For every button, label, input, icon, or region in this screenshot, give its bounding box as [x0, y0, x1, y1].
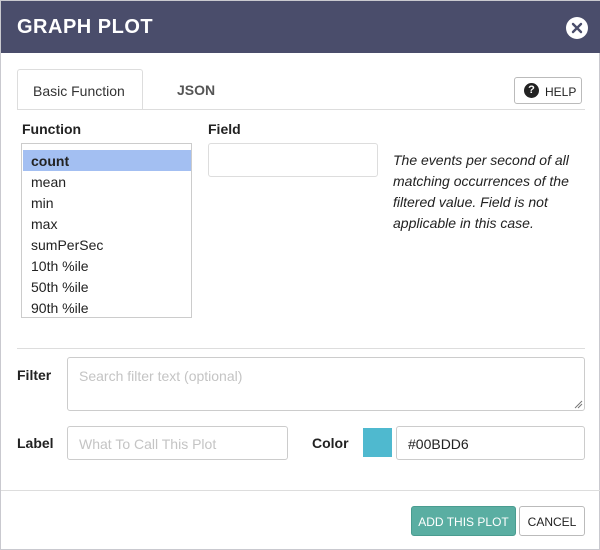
plot-label-label: Label	[17, 435, 54, 451]
close-button[interactable]	[566, 17, 588, 39]
filter-label: Filter	[17, 367, 52, 383]
cancel-button[interactable]: CANCEL	[519, 506, 585, 536]
function-option-50th-percentile[interactable]: 50th %ile	[23, 276, 191, 297]
function-option-count[interactable]: count	[23, 150, 191, 171]
help-icon: ?	[524, 83, 539, 98]
tab-json[interactable]: JSON	[171, 69, 231, 110]
resize-handle-icon[interactable]	[573, 399, 583, 409]
field-label: Field	[208, 121, 241, 137]
plot-label-placeholder: What To Call This Plot	[79, 436, 217, 452]
close-icon	[571, 22, 583, 34]
help-button-label: HELP	[545, 85, 577, 99]
function-option-max[interactable]: max	[23, 213, 191, 234]
color-label: Color	[312, 435, 349, 451]
footer-divider	[1, 490, 600, 491]
dialog-title: GRAPH PLOT	[17, 16, 154, 38]
function-option-90th-percentile[interactable]: 90th %ile	[23, 297, 191, 318]
function-option-10th-percentile[interactable]: 10th %ile	[23, 255, 191, 276]
function-option-sumpersec[interactable]: sumPerSec	[23, 234, 191, 255]
plot-label-input[interactable]: What To Call This Plot	[67, 426, 288, 460]
function-option-label: min	[31, 195, 54, 211]
add-plot-button-label: ADD THIS PLOT	[418, 515, 509, 529]
function-option-label: sumPerSec	[31, 237, 104, 253]
section-divider	[17, 348, 585, 349]
color-value: #00BDD6	[408, 436, 469, 452]
function-option-label: count	[31, 153, 70, 169]
function-option-mean[interactable]: mean	[23, 171, 191, 192]
function-option-label: 90th %ile	[31, 300, 89, 316]
function-option-label: 50th %ile	[31, 279, 89, 295]
cancel-button-label: CANCEL	[527, 515, 577, 529]
dialog-titlebar: GRAPH PLOT	[1, 1, 600, 53]
add-plot-button[interactable]: ADD THIS PLOT	[411, 506, 516, 536]
tab-basic-function-label: Basic Function	[33, 83, 125, 99]
function-label: Function	[22, 121, 82, 137]
tab-json-label: JSON	[177, 82, 216, 98]
function-option-label: mean	[31, 174, 67, 190]
field-input[interactable]	[208, 143, 378, 177]
filter-textarea[interactable]: Search filter text (optional)	[67, 357, 585, 411]
function-option-min[interactable]: min	[23, 192, 191, 213]
filter-placeholder: Search filter text (optional)	[79, 368, 243, 384]
function-option-label: 10th %ile	[31, 258, 89, 274]
function-option-label: max	[31, 216, 58, 232]
tab-divider	[17, 109, 585, 110]
color-input[interactable]: #00BDD6	[396, 426, 585, 460]
help-button[interactable]: ? HELP	[514, 77, 582, 104]
graph-plot-dialog: GRAPH PLOT Basic Function JSON ? HELP Fu…	[0, 0, 600, 550]
color-swatch[interactable]	[363, 428, 392, 457]
function-listbox[interactable]: count mean min max sumPerSec 10th %ile 5…	[21, 143, 192, 318]
function-description: The events per second of all matching oc…	[393, 152, 569, 231]
tab-basic-function[interactable]: Basic Function	[17, 69, 143, 110]
